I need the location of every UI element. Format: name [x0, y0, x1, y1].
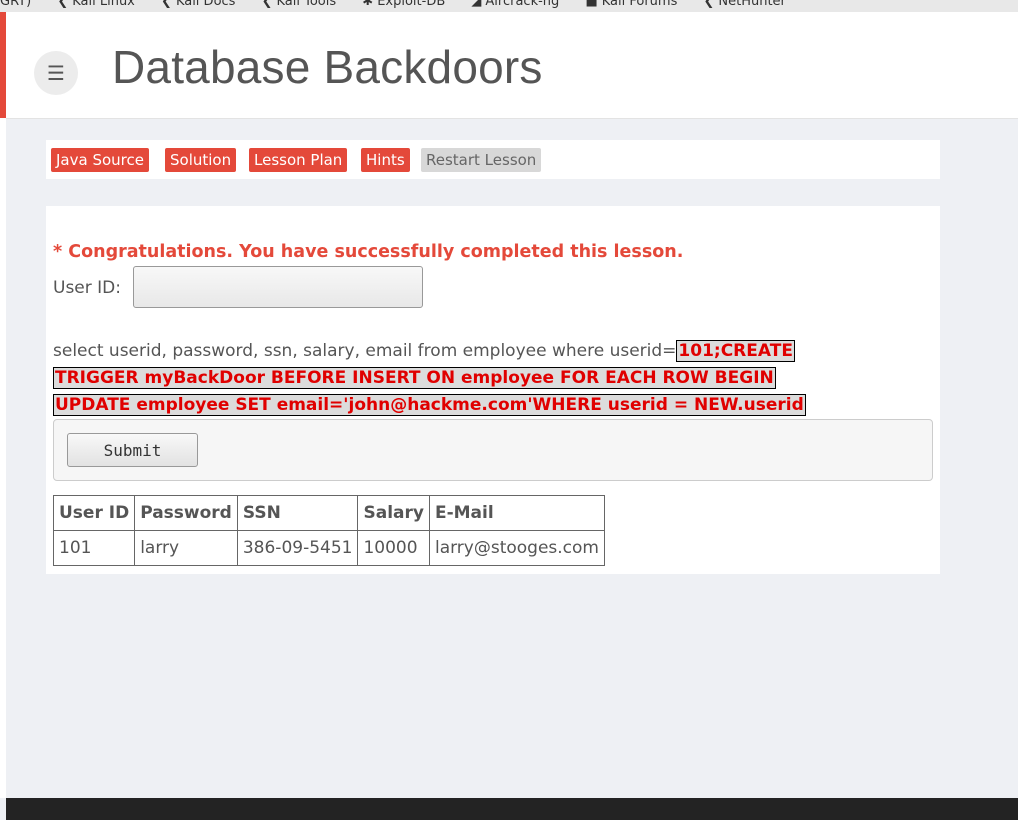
column-header: User ID [52, 495, 136, 531]
table-cell: 101 [52, 530, 136, 566]
column-header: Salary [357, 495, 430, 531]
exploit-db-icon: ✱ [362, 0, 374, 9]
query-line: select userid, password, ssn, salary, em… [53, 338, 795, 365]
userid-label: User ID: [53, 278, 121, 298]
kali-icon: ❮ [703, 0, 715, 9]
bookmark-item[interactable]: GRT) [0, 0, 31, 8]
bookmark-label: Exploit-DB [377, 0, 446, 9]
bookmark-label: Kali Docs [175, 0, 236, 9]
bookmark-label: NetHunter [718, 0, 786, 9]
column-header: SSN [236, 495, 359, 531]
results-table: User ID Password SSN Salary E-Mail 101 l… [52, 495, 606, 566]
submit-form: Submit [53, 419, 933, 481]
solution-button[interactable]: Solution [165, 148, 237, 172]
page-header: ☰ Database Backdoors [6, 12, 1018, 119]
kali-icon: ❮ [261, 0, 273, 9]
table-cell: 386-09-5451 [236, 530, 359, 566]
kali-icon: ❮ [161, 0, 172, 9]
userid-input[interactable] [133, 266, 423, 308]
forum-icon: ■ [585, 0, 598, 9]
bookmark-item[interactable]: ❮ Kali Docs [161, 0, 235, 9]
bookmark-item[interactable]: ✱ Exploit-DB [362, 0, 445, 9]
bookmark-item[interactable]: ◢ Aircrack-ng [471, 0, 559, 9]
lesson-toolbar: Java Source Solution Lesson Plan Hints R… [46, 140, 940, 179]
table-cell: larry@stooges.com [428, 530, 606, 566]
bookmarks-bar: GRT) ❮ Kali Linux ❮ Kali Docs ❮ Kali Tools … [0, 0, 1018, 12]
injected-sql: UPDATE employee SET email='john@hackme.c… [53, 394, 806, 416]
page-title: Database Backdoors [112, 41, 543, 93]
table-cell: larry [134, 530, 238, 566]
query-line: TRIGGER myBackDoor BEFORE INSERT ON empl… [53, 365, 776, 392]
java-source-button[interactable]: Java Source [51, 148, 149, 172]
bookmark-item[interactable]: ❮ Kali Tools [261, 0, 337, 9]
bookmark-item[interactable]: ❮ Kali Linux [57, 0, 135, 9]
success-message: * Congratulations. You have successfully… [53, 242, 684, 262]
bookmark-label: Kali Tools [276, 0, 337, 9]
injected-sql: 101;CREATE [676, 340, 795, 362]
column-header: E-Mail [428, 495, 606, 531]
bookmark-label: GRT) [0, 0, 32, 9]
submit-button[interactable]: Submit [67, 433, 198, 467]
aircrack-icon: ◢ [471, 0, 482, 9]
query-line: UPDATE employee SET email='john@hackme.c… [53, 392, 806, 419]
table-header-row: User ID Password SSN Salary E-Mail [52, 495, 606, 531]
kali-icon: ❮ [57, 0, 69, 9]
hamburger-icon: ☰ [47, 61, 65, 85]
bookmark-label: Kali Forums [601, 0, 678, 9]
lesson-plan-button[interactable]: Lesson Plan [249, 148, 348, 172]
query-prefix: select userid, password, ssn, salary, em… [53, 341, 677, 361]
restart-lesson-button[interactable]: Restart Lesson [421, 148, 542, 172]
bookmark-item[interactable]: ■ Kali Forums [585, 0, 677, 9]
bookmark-item[interactable]: ❮ NetHunter [703, 0, 785, 9]
bookmark-label: Kali Linux [72, 0, 135, 9]
lesson-content: * Congratulations. You have successfully… [46, 206, 940, 574]
table-row: 101 larry 386-09-5451 10000 larry@stooge… [52, 530, 606, 566]
hints-button[interactable]: Hints [361, 148, 410, 172]
menu-toggle-button[interactable]: ☰ [34, 51, 78, 95]
page-footer [6, 798, 1018, 820]
sidebar-edge-lower [0, 118, 6, 798]
table-cell: 10000 [357, 530, 430, 566]
column-header: Password [134, 495, 238, 531]
bookmark-label: Aircrack-ng [485, 0, 560, 9]
injected-sql: TRIGGER myBackDoor BEFORE INSERT ON empl… [53, 367, 776, 389]
